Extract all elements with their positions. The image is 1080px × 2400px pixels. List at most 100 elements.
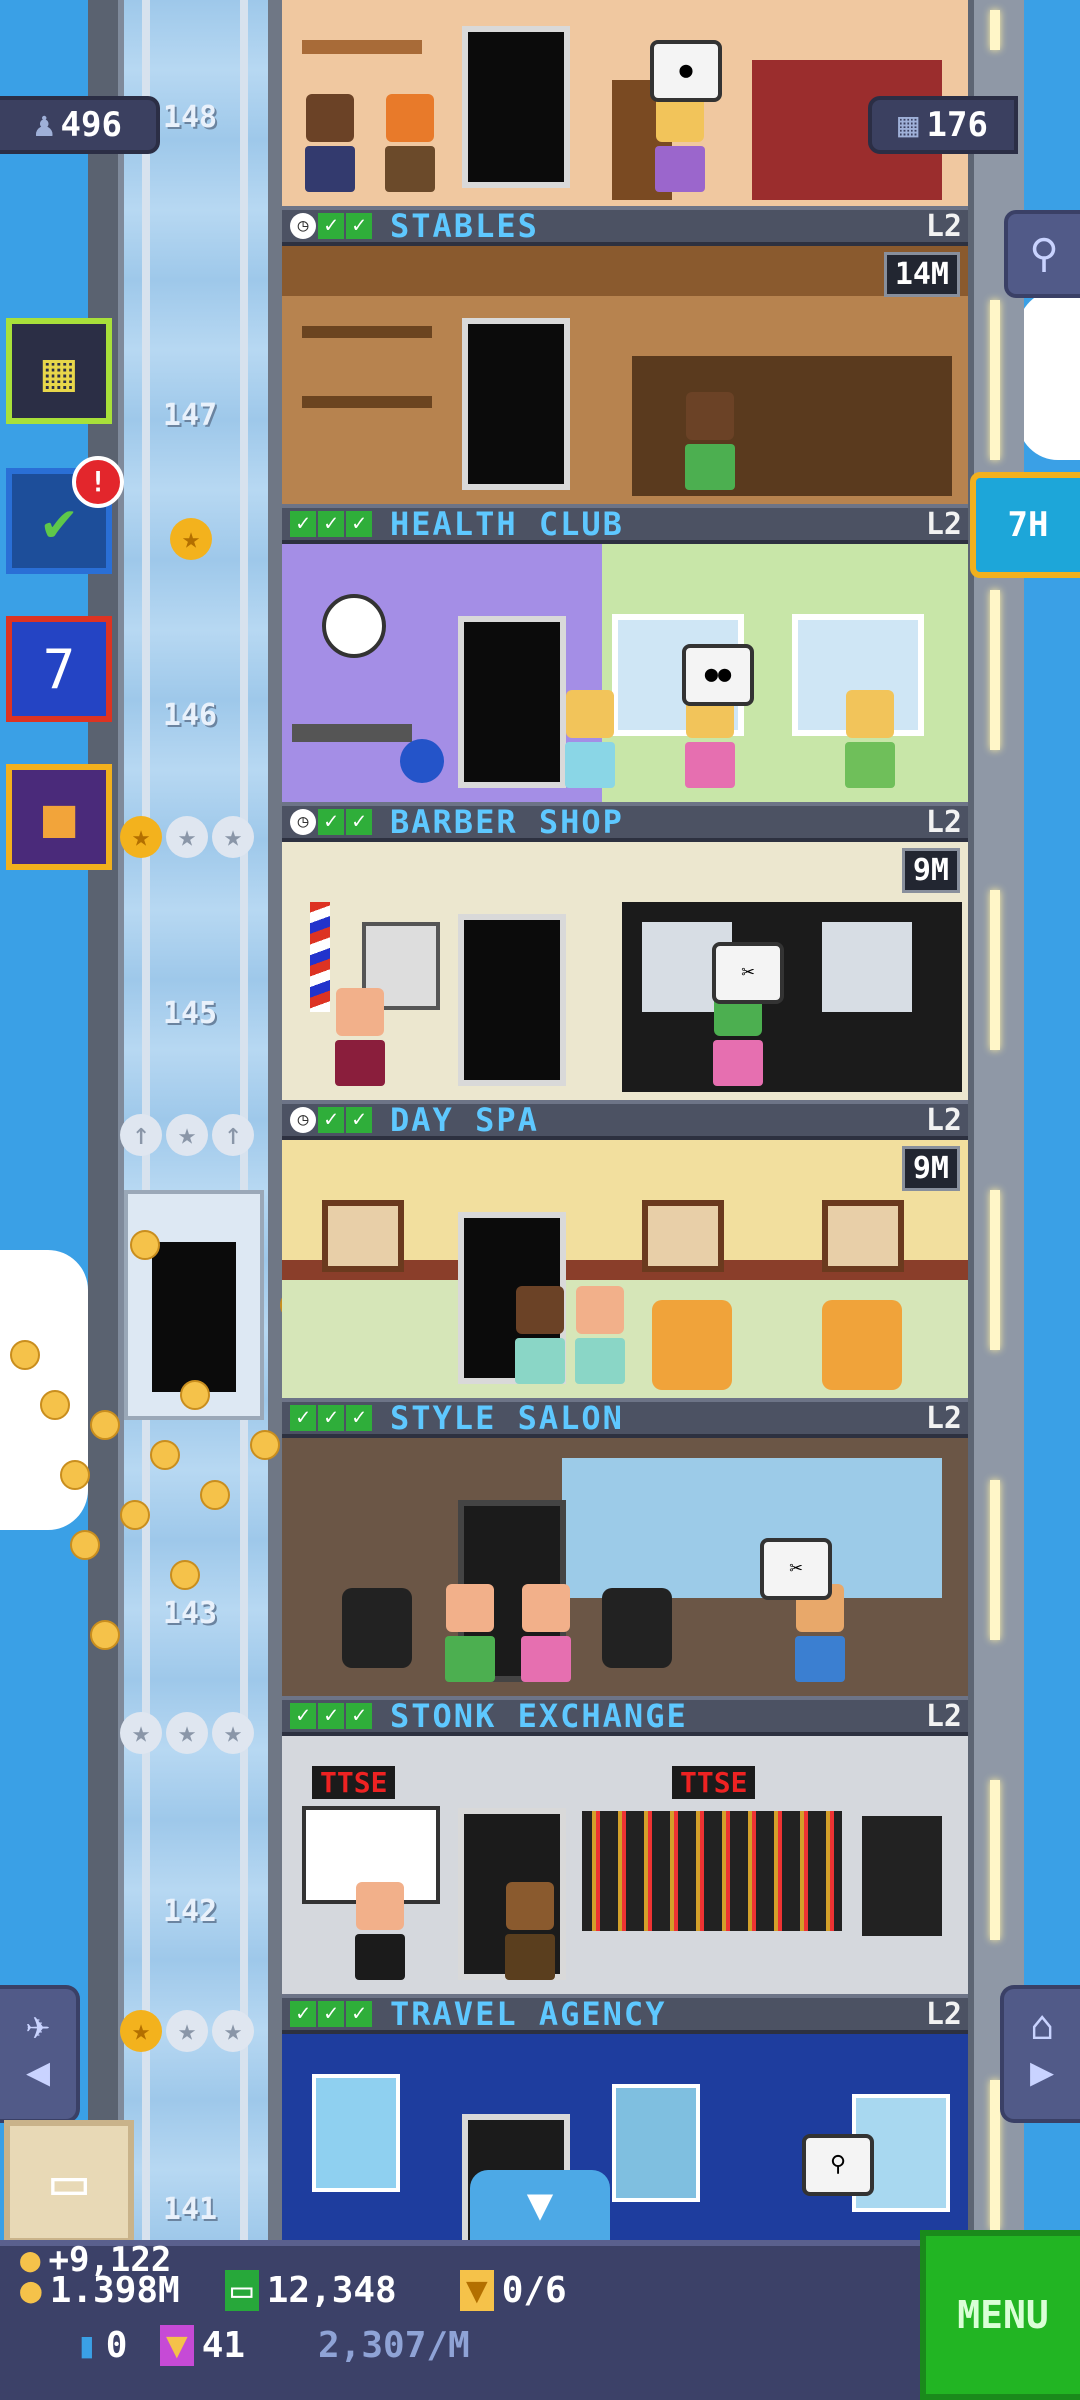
floors-counter[interactable]: ▦ 176 — [868, 96, 1018, 154]
elevator-down-icon: ▼ — [526, 2179, 554, 2230]
floor-label-barber-shop[interactable]: ◷ ✓ ✓ BARBER SHOP L2 — [282, 802, 968, 842]
floor-stars: ↑ ★ ↑ — [120, 1114, 254, 1156]
floor-style-salon[interactable]: ✂ — [282, 1438, 968, 1696]
arrow-left-icon: ◀ — [25, 2049, 51, 2095]
floor-stars: ★ ★ ★ — [120, 2010, 254, 2052]
checkmark-icon: ✓ — [346, 1405, 372, 1431]
star-icon: ★ — [166, 1114, 208, 1156]
population-counter[interactable]: ♟ 496 — [0, 96, 160, 154]
floor-stables[interactable]: 14M — [282, 246, 968, 504]
earnings-badge[interactable]: 14M — [883, 252, 960, 297]
star-icon: ↑ — [120, 1114, 162, 1156]
menu-label: MENU — [957, 2293, 1049, 2337]
checkmark-icon: ✓ — [290, 511, 316, 537]
timer-value: 7H — [1007, 505, 1049, 545]
floor-name: HEALTH CLUB — [390, 505, 624, 543]
key-counter[interactable]: ▮ 0 — [76, 2325, 127, 2366]
floor-level: L2 — [925, 804, 962, 840]
previous-visitor-button[interactable]: ✈ ◀ — [0, 1985, 80, 2123]
calendar-button[interactable]: 7 — [6, 616, 112, 722]
floor-stonk-exchange[interactable]: TTSE TTSE — [282, 1736, 968, 1994]
building-icon: ▦ — [42, 339, 76, 403]
key-icon: ▮ — [76, 2325, 98, 2366]
floor-148[interactable]: ● — [282, 0, 968, 206]
stonk-sign: TTSE — [312, 1766, 396, 1799]
bux-icon: ▭ — [225, 2270, 259, 2311]
floor-name: STONK EXCHANGE — [390, 1697, 688, 1735]
floor-number: 147 — [162, 398, 218, 433]
clock-icon — [322, 594, 386, 658]
missions-button[interactable]: ✔ ! — [6, 456, 124, 574]
star-icon: ★ — [166, 2010, 208, 2052]
floor-stars: ★ ★ ★ — [120, 1712, 254, 1754]
calendar-icon: 7 — [42, 637, 76, 701]
checkmark-icon: ✓ — [346, 2001, 372, 2027]
star-icon: ★ — [120, 816, 162, 858]
gift-button[interactable]: ■ — [6, 764, 112, 870]
floor-label-travel-agency[interactable]: ✓ ✓ ✓ TRAVEL AGENCY L2 — [282, 1994, 968, 2034]
elevator-down-button[interactable]: ▼ — [470, 2170, 610, 2240]
floor-stars: ★ ★ ★ — [120, 816, 254, 858]
inventory-box-button[interactable]: ▭ — [4, 2120, 134, 2244]
menu-button[interactable]: MENU — [920, 2230, 1080, 2400]
floor-level: L2 — [925, 1698, 962, 1734]
home-lobby-button[interactable]: ⌂ ▶ — [1000, 1985, 1080, 2123]
floor-label-stables[interactable]: ◷ ✓ ✓ STABLES L2 — [282, 206, 968, 246]
floor-name: TRAVEL AGENCY — [390, 1995, 667, 2033]
bux-balance[interactable]: ▭ 12,348 — [225, 2270, 397, 2311]
floor-barber-shop[interactable]: ✂ 9M — [282, 842, 968, 1100]
floor-number: 146 — [162, 698, 218, 733]
floor-label-style-salon[interactable]: ✓ ✓ ✓ STYLE SALON L2 — [282, 1398, 968, 1438]
star-icon: ★ — [170, 518, 212, 560]
checkmark-icon: ✓ — [346, 1703, 372, 1729]
coin-balance[interactable]: ● 1.398M — [20, 2270, 180, 2311]
floor-label-health-club[interactable]: ✓ ✓ ✓ HEALTH CLUB L2 — [282, 504, 968, 544]
notification-badge: ! — [72, 456, 124, 508]
coin-icon: ● — [20, 2270, 42, 2311]
floor-label-day-spa[interactable]: ◷ ✓ ✓ DAY SPA L2 — [282, 1100, 968, 1140]
checkmark-icon: ✓ — [318, 1405, 344, 1431]
star-icon: ★ — [166, 816, 208, 858]
checkmark-icon: ✓ — [318, 1703, 344, 1729]
earnings-badge[interactable]: 9M — [901, 1146, 960, 1191]
stonk-sign: TTSE — [672, 1766, 756, 1799]
floor-health-club[interactable]: ●● — [282, 544, 968, 802]
floors-value: 176 — [926, 105, 988, 145]
floor-name: BARBER SHOP — [390, 803, 624, 841]
building-icon: ▦ — [898, 105, 919, 145]
floor-number: 142 — [162, 1894, 218, 1929]
checklist-icon: ✔ — [42, 489, 76, 553]
earnings-badge[interactable]: 9M — [901, 848, 960, 893]
floor-name: STYLE SALON — [390, 1399, 624, 1437]
checkmark-icon: ✓ — [346, 809, 372, 835]
build-floor-button[interactable]: ▦ — [6, 318, 112, 424]
floor-day-spa[interactable]: 9M — [282, 1140, 968, 1398]
search-icon: ⚲ — [1029, 231, 1059, 277]
star-icon: ★ — [120, 2010, 162, 2052]
checkmark-icon: ✓ — [318, 809, 344, 835]
checkmark-icon: ✓ — [290, 1703, 316, 1729]
floor-number: 143 — [162, 1596, 218, 1631]
clock-icon: ◷ — [290, 213, 316, 239]
cloud — [1018, 290, 1080, 460]
floor-number: 148 — [162, 100, 218, 135]
floor-travel-agency[interactable]: ⚲ — [282, 2034, 968, 2240]
person-icon: ✈ — [25, 2003, 51, 2049]
checkmark-icon: ✓ — [346, 1107, 372, 1133]
checkmark-icon: ✓ — [346, 511, 372, 537]
population-value: 496 — [60, 105, 122, 145]
floor-number: 145 — [162, 996, 218, 1031]
vip-counter[interactable]: ▼ 41 — [160, 2325, 245, 2366]
timer-button[interactable]: 7H — [970, 472, 1080, 578]
ticket-counter[interactable]: ▼ 0/6 — [460, 2270, 567, 2311]
search-button[interactable]: ⚲ — [1004, 210, 1080, 298]
star-icon: ★ — [166, 1712, 208, 1754]
clock-icon: ◷ — [290, 1107, 316, 1133]
checkmark-icon: ✓ — [318, 1107, 344, 1133]
checkmark-icon: ✓ — [290, 1405, 316, 1431]
gift-icon: ■ — [42, 785, 76, 849]
star-icon: ★ — [212, 816, 254, 858]
floor-label-stonk-exchange[interactable]: ✓ ✓ ✓ STONK EXCHANGE L2 — [282, 1696, 968, 1736]
ticket-icon: ▼ — [460, 2270, 494, 2311]
floor-name: DAY SPA — [390, 1101, 539, 1139]
